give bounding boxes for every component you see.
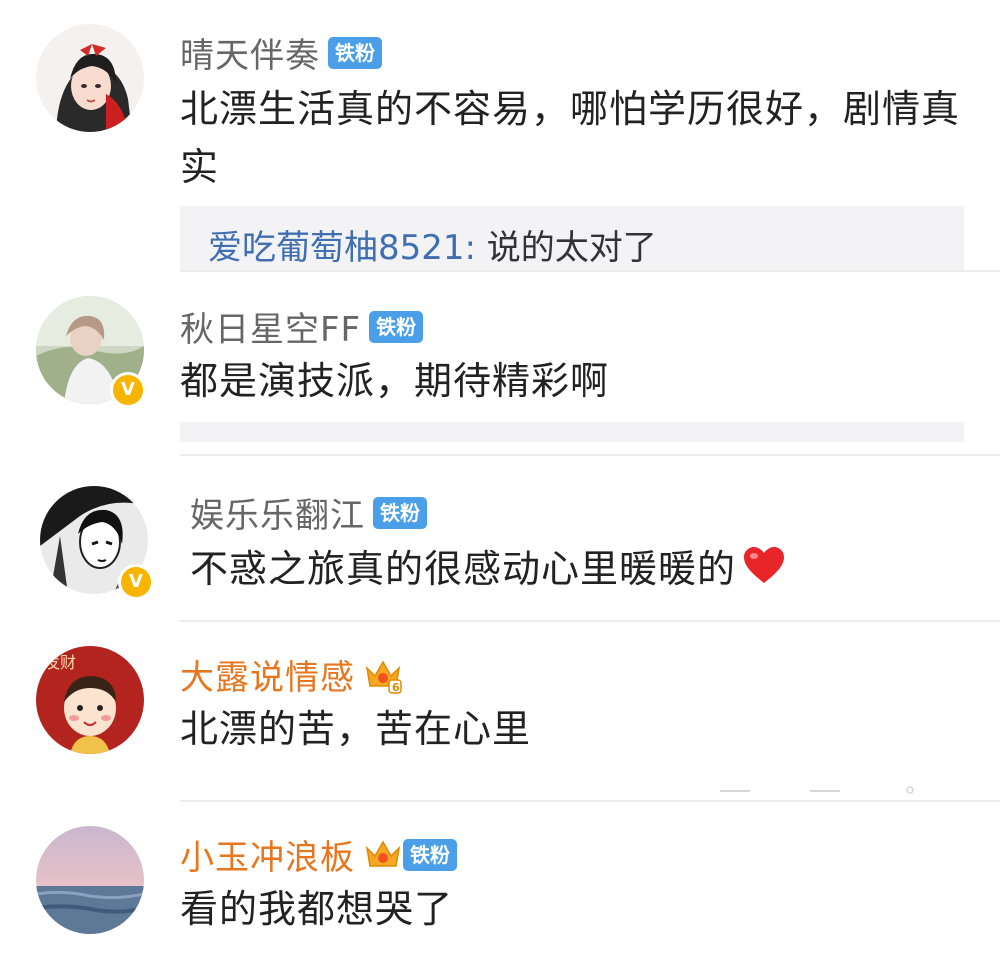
username-row: 晴天伴奏 铁粉 [180,28,382,77]
username-row: 娱乐乐翻江 铁粉 [190,488,427,537]
username[interactable]: 大露说情感 [180,650,355,699]
avatar-girl-red-bow-icon [36,24,144,132]
iron-fan-badge: 铁粉 [373,496,427,529]
reply-text: 说的太对了 [486,228,657,268]
username[interactable]: 娱乐乐翻江 [190,488,365,537]
crown-vip-icon [363,836,403,874]
iron-fan-badge: 铁粉 [369,310,424,343]
crown-vip-icon: 6 [363,656,403,694]
username-row: 大露说情感 6 [180,650,403,699]
crown-level: 6 [392,681,400,694]
comment-item: 发财 大露说情感 6 北漂的苦，苦在心里 [0,622,1000,798]
reply-preview[interactable]: 爱吃葡萄柚8521: 说的太对了 [180,206,964,270]
comment-text: 不惑之旅真的很感动心里暖暖的 [190,540,980,601]
username-row: 秋日星空FF 铁粉 [180,302,424,351]
reply-line: 爱吃葡萄柚8521: 说的太对了 [208,220,657,269]
comment-list: 晴天伴奏 铁粉 北漂生活真的不容易，哪怕学历很好，剧情真实 爱吃葡萄柚8521:… [0,0,1000,963]
verified-badge: V [118,564,154,600]
username[interactable]: 晴天伴奏 [180,28,320,77]
username-row: 小玉冲浪板 铁粉 [180,830,457,879]
comment-text: 看的我都想哭了 [180,887,454,931]
comment-text: 都是演技派，期待精彩啊 [180,359,610,403]
avatar-cartoon-fortune-icon: 发财 [36,646,144,754]
avatar[interactable] [36,826,144,934]
comment-item: V 娱乐乐翻江 铁粉 不惑之旅真的很感动心里暖暖的 [0,456,1000,620]
action-icons-faint [720,782,920,801]
heart-icon [742,543,786,601]
avatar-sea-sunset-icon [36,826,144,934]
avatar[interactable]: 发财 [36,646,144,754]
avatar-text: 发财 [44,653,76,672]
comment-item: 小玉冲浪板 铁粉 看的我都想哭了 [0,802,1000,963]
iron-fan-badge: 铁粉 [403,838,457,871]
comment-text: 北漂的苦，苦在心里 [180,707,532,751]
username[interactable]: 秋日星空FF [180,302,361,351]
comment-item: V 秋日星空FF 铁粉 都是演技派，期待精彩啊 [0,272,1000,452]
username[interactable]: 小玉冲浪板 [180,830,355,879]
comment-text-body: 不惑之旅真的很感动心里暖暖的 [190,547,737,591]
comment-item: 晴天伴奏 铁粉 北漂生活真的不容易，哪怕学历很好，剧情真实 爱吃葡萄柚8521:… [0,0,1000,270]
reply-separator: : [464,228,487,268]
comment-text: 北漂生活真的不容易，哪怕学历很好，剧情真实 [180,87,961,189]
avatar[interactable] [36,24,144,132]
iron-fan-badge: 铁粉 [328,36,382,69]
reply-preview [180,422,964,442]
reply-username[interactable]: 爱吃葡萄柚8521 [208,228,465,268]
verified-badge: V [110,372,146,408]
